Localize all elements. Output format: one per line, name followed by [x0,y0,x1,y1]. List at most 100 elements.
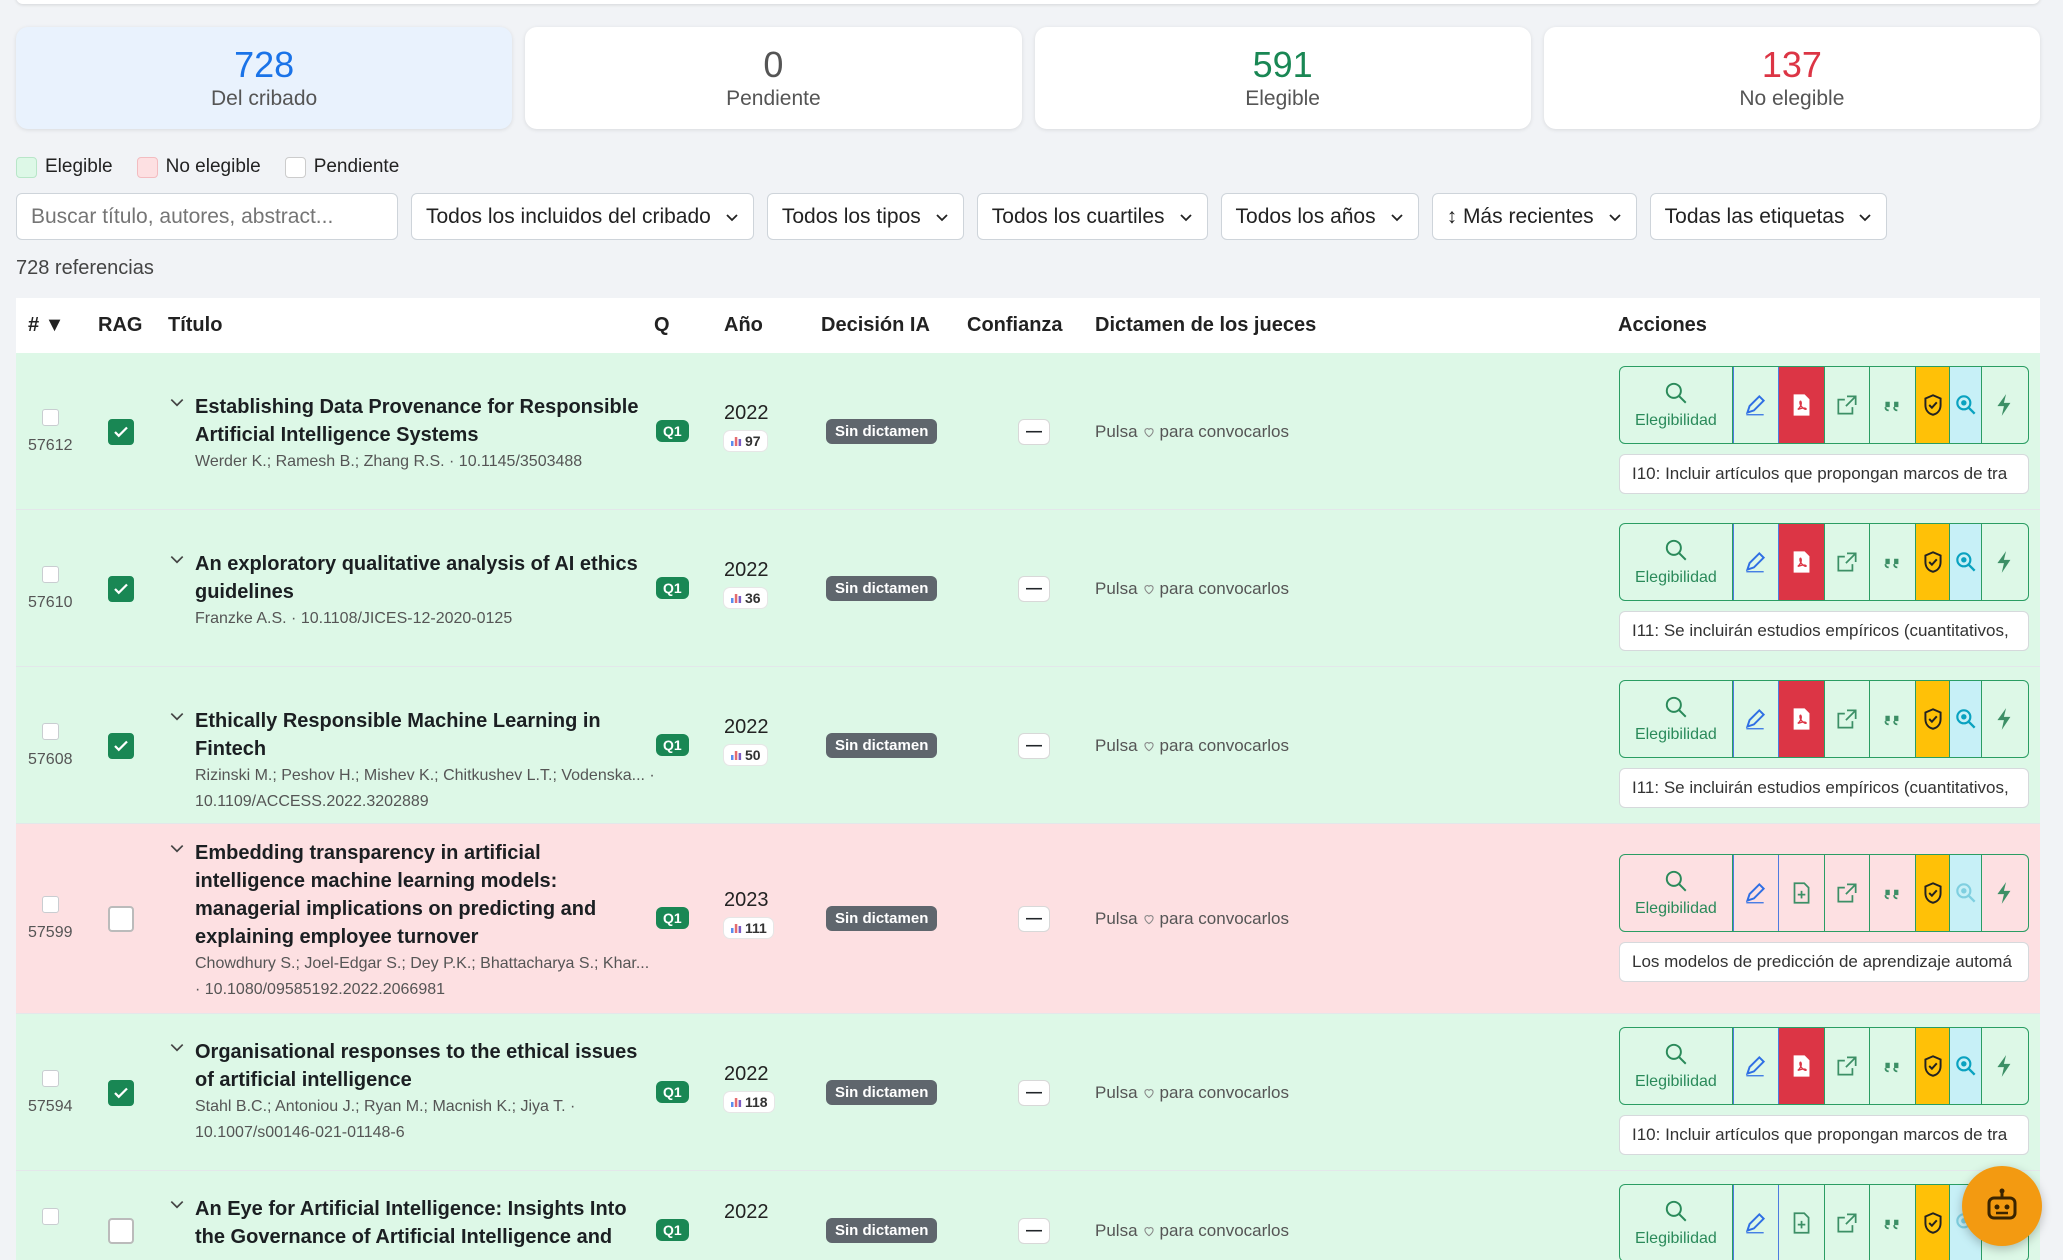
rag-search-button[interactable] [1950,1028,1983,1104]
eligibility-button[interactable]: Elegibilidad [1620,855,1733,931]
row-select-checkbox[interactable] [42,1208,59,1225]
open-external-button[interactable] [1825,1185,1871,1260]
col-num-sort[interactable]: # ▼ [28,314,64,337]
upload-pdf-button[interactable] [1779,1185,1825,1260]
open-external-button[interactable] [1825,681,1871,757]
citations-count: 111 [745,920,767,936]
rag-checkbox[interactable] [108,906,134,932]
table-header: # ▼ RAG Título Q Año Decisión IA Confian… [16,298,2040,353]
stat-pending[interactable]: 0 Pendiente [525,27,1022,129]
audit-shield-button[interactable] [1916,367,1951,443]
reference-title[interactable]: An Eye for Artificial Intelligence: Insi… [195,1195,655,1251]
rag-search-button[interactable] [1950,681,1983,757]
open-external-button[interactable] [1825,855,1871,931]
stat-not-eligible[interactable]: 137 No elegible [1543,27,2040,129]
cite-button[interactable] [1870,855,1917,931]
cite-button[interactable] [1870,681,1917,757]
expand-chevron-icon[interactable] [169,1197,185,1213]
stat-value: 137 [1761,44,1822,85]
eligibility-button[interactable]: Elegibilidad [1620,367,1733,443]
edit-button[interactable] [1733,855,1779,931]
included-filter-select[interactable]: Todos los incluidos del cribado [411,193,754,240]
expand-chevron-icon[interactable] [169,709,185,725]
year-cell: 2023 111 [724,889,773,939]
stat-screened[interactable]: 728 Del cribado [16,27,513,129]
pdf-button[interactable] [1778,367,1825,443]
row-select-checkbox[interactable] [42,565,59,583]
eligibility-button[interactable]: Elegibilidad [1620,1028,1733,1104]
judges-prompt[interactable]: Pulsa para convocarlos [1095,579,1289,599]
audit-shield-button[interactable] [1916,1028,1951,1104]
eligibility-button[interactable]: Elegibilidad [1620,524,1733,600]
edit-button[interactable] [1733,1185,1779,1260]
audit-shield-button[interactable] [1916,855,1951,931]
reference-title[interactable]: An exploratory qualitative analysis of A… [195,550,655,606]
stat-eligible[interactable]: 591 Elegible [1034,27,1531,129]
quick-action-button[interactable] [1982,855,2028,931]
quick-action-button[interactable] [1982,367,2028,443]
actions-cell: Elegibilidad I11: Se incluirán estudios e… [1619,680,2029,808]
row-select-checkbox[interactable] [42,722,59,740]
row-select-checkbox[interactable] [42,896,59,913]
judges-prompt[interactable]: Pulsa para convocarlos [1095,909,1289,929]
quartile-filter-select[interactable]: Todos los cuartiles [976,193,1208,240]
expand-chevron-icon[interactable] [169,395,185,411]
reference-title[interactable]: Ethically Responsible Machine Learning i… [195,707,655,763]
edit-button[interactable] [1733,524,1779,600]
expand-chevron-icon[interactable] [169,552,185,568]
rag-checkbox[interactable] [108,1218,134,1244]
judges-prompt[interactable]: Pulsa para convocarlos [1095,1221,1289,1241]
citations-badge: 111 [724,918,773,938]
quick-action-button[interactable] [1982,681,2028,757]
row-select-checkbox[interactable] [42,408,59,426]
pdf-button[interactable] [1778,1028,1825,1104]
open-external-button[interactable] [1825,524,1871,600]
rag-search-button[interactable] [1950,524,1983,600]
audit-shield-button[interactable] [1916,681,1951,757]
cite-button[interactable] [1870,1185,1917,1260]
audit-shield-button[interactable] [1916,524,1951,600]
cite-button[interactable] [1870,1028,1917,1104]
judges-prompt[interactable]: Pulsa para convocarlos [1095,736,1289,756]
upload-pdf-button[interactable] [1779,855,1825,931]
quick-action-button[interactable] [1982,524,2028,600]
open-external-button[interactable] [1825,367,1871,443]
audit-shield-button[interactable] [1916,1185,1951,1260]
edit-button[interactable] [1733,367,1779,443]
cite-button[interactable] [1870,524,1917,600]
cite-button[interactable] [1870,367,1917,443]
table-row: An Eye for Artificial Intelligence: Insi… [16,1171,2040,1260]
reference-title[interactable]: Organisational responses to the ethical … [195,1038,655,1094]
action-button-group: Elegibilidad [1619,854,2029,932]
pdf-button[interactable] [1778,681,1825,757]
tag-filter-select[interactable]: Todas las etiquetas [1649,193,1888,240]
assistant-fab[interactable] [1962,1166,2042,1246]
sort-select[interactable]: ↕ Más recientes [1431,193,1637,240]
rag-checkbox[interactable] [108,1079,134,1106]
row-select-checkbox[interactable] [42,1069,59,1087]
judges-prompt[interactable]: Pulsa para convocarlos [1095,422,1289,442]
expand-chevron-icon[interactable] [169,1040,185,1056]
rag-search-button[interactable] [1950,367,1983,443]
rag-search-button[interactable] [1950,855,1983,931]
heart-icon [1143,1227,1154,1237]
rag-checkbox[interactable] [108,732,134,759]
open-external-button[interactable] [1825,1028,1871,1104]
pdf-button[interactable] [1778,524,1825,600]
eligibility-button[interactable]: Elegibilidad [1620,681,1733,757]
judges-prompt[interactable]: Pulsa para convocarlos [1095,1083,1289,1103]
reference-title[interactable]: Establishing Data Provenance for Respons… [195,393,655,449]
edit-button[interactable] [1733,681,1779,757]
quick-action-button[interactable] [1982,1028,2028,1104]
eligibility-button[interactable]: Elegibilidad [1620,1185,1733,1260]
year-filter-select[interactable]: Todos los años [1220,193,1419,240]
check-icon [114,583,128,594]
edit-button[interactable] [1733,1028,1779,1104]
type-filter-select[interactable]: Todos los tipos [766,193,964,240]
year-cell: 2022 36 [724,559,769,609]
rag-checkbox[interactable] [108,575,134,602]
expand-chevron-icon[interactable] [169,841,185,857]
rag-checkbox[interactable] [108,418,134,445]
reference-title[interactable]: Embedding transparency in artificial int… [195,839,655,951]
search-input[interactable] [16,193,398,240]
